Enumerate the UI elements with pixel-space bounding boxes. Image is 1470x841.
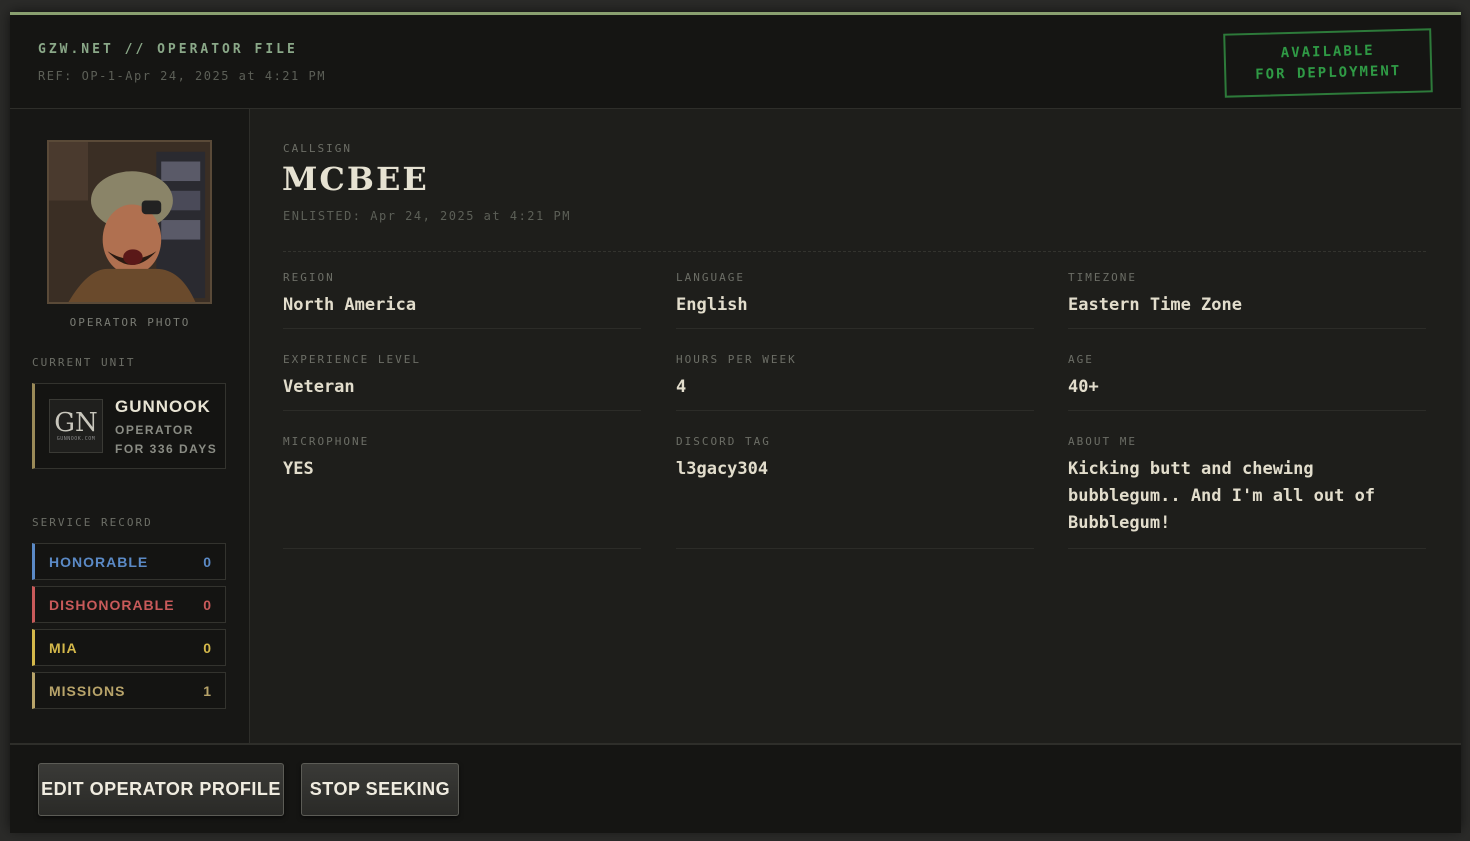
status-stamp: AVAILABLE FOR DEPLOYMENT	[1223, 28, 1433, 98]
unit-name: GUNNOOK	[115, 397, 211, 416]
record-mia: MIA 0	[32, 629, 226, 666]
header: GZW.NET // OPERATOR FILE REF: OP-1-Apr 2…	[10, 15, 1461, 109]
field-label: TIMEZONE	[1068, 271, 1137, 284]
field-label: AGE	[1068, 353, 1094, 366]
field-value: Veteran	[283, 377, 355, 397]
footer-actions: EDIT OPERATOR PROFILE STOP SEEKING	[10, 743, 1461, 833]
current-unit-label: CURRENT UNIT	[32, 356, 136, 369]
stop-seeking-button[interactable]: STOP SEEKING	[301, 763, 459, 816]
field-label: DISCORD TAG	[676, 435, 771, 448]
unit-role: OPERATOR	[115, 423, 194, 437]
service-record-label: SERVICE RECORD	[32, 516, 153, 529]
record-value: 0	[203, 597, 211, 613]
record-label: MISSIONS	[49, 683, 126, 699]
field-label: HOURS PER WEEK	[676, 353, 797, 366]
field-label: ABOUT ME	[1068, 435, 1137, 448]
callsign-label: CALLSIGN	[283, 142, 352, 155]
operator-photo	[47, 140, 212, 304]
field-value: YES	[283, 459, 314, 479]
field-value: Kicking butt and chewing bubblegum.. And…	[1068, 459, 1376, 533]
field-discord: DISCORD TAG l3gacy304	[676, 435, 1034, 549]
field-value: 4	[676, 377, 687, 397]
unit-logo-text: GN	[54, 408, 98, 438]
field-microphone: MICROPHONE YES	[283, 435, 641, 549]
divider	[283, 251, 1426, 252]
field-hours: HOURS PER WEEK 4	[676, 353, 1034, 411]
field-label: EXPERIENCE LEVEL	[283, 353, 421, 366]
field-about: ABOUT ME Kicking butt and chewing bubble…	[1068, 435, 1426, 549]
field-experience: EXPERIENCE LEVEL Veteran	[283, 353, 641, 411]
field-value: North America	[283, 295, 417, 315]
sidebar: OPERATOR PHOTO CURRENT UNIT GN GUNNOOK.C…	[10, 109, 250, 743]
field-label: LANGUAGE	[676, 271, 745, 284]
field-label: MICROPHONE	[283, 435, 370, 448]
profile-main: CALLSIGN MCBEE ENLISTED: Apr 24, 2025 at…	[251, 109, 1461, 743]
field-timezone: TIMEZONE Eastern Time Zone	[1068, 271, 1426, 329]
record-value: 1	[203, 683, 211, 699]
record-value: 0	[203, 640, 211, 656]
record-dishonorable: DISHONORABLE 0	[32, 586, 226, 623]
unit-tenure: FOR 336 DAYS	[115, 442, 218, 456]
field-value: Eastern Time Zone	[1068, 295, 1242, 315]
field-value: l3gacy304	[676, 459, 769, 479]
record-honorable: HONORABLE 0	[32, 543, 226, 580]
operator-file-panel: GZW.NET // OPERATOR FILE REF: OP-1-Apr 2…	[10, 12, 1461, 833]
field-label: REGION	[283, 271, 335, 284]
field-language: LANGUAGE English	[676, 271, 1034, 329]
enlisted-date: ENLISTED: Apr 24, 2025 at 4:21 PM	[283, 209, 571, 223]
callsign: MCBEE	[282, 160, 429, 198]
record-label: DISHONORABLE	[49, 597, 175, 613]
unit-logo-subtext: GUNNOOK.COM	[56, 436, 96, 442]
record-value: 0	[203, 554, 211, 570]
field-value: English	[676, 295, 748, 315]
record-label: HONORABLE	[49, 554, 149, 570]
unit-logo: GN GUNNOOK.COM	[49, 399, 103, 453]
edit-profile-button[interactable]: EDIT OPERATOR PROFILE	[38, 763, 284, 816]
photo-caption: OPERATOR PHOTO	[69, 316, 191, 329]
unit-card[interactable]: GN GUNNOOK.COM GUNNOOK OPERATOR FOR 336 …	[32, 383, 226, 469]
field-age: AGE 40+	[1068, 353, 1426, 411]
header-ref: REF: OP-1-Apr 24, 2025 at 4:21 PM	[38, 69, 326, 83]
header-title: GZW.NET // OPERATOR FILE	[38, 42, 298, 57]
field-region: REGION North America	[283, 271, 641, 329]
field-value: 40+	[1068, 377, 1099, 397]
status-stamp-text: AVAILABLE FOR DEPLOYMENT	[1255, 42, 1402, 83]
record-missions: MISSIONS 1	[32, 672, 226, 709]
record-label: MIA	[49, 640, 78, 656]
